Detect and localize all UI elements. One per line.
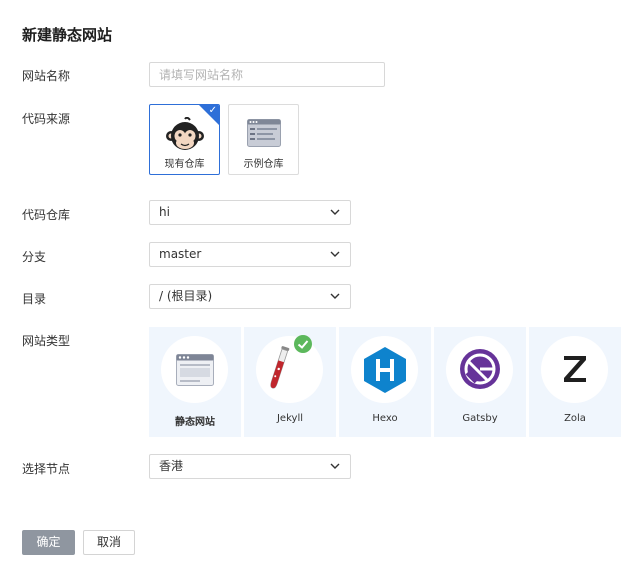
source-option-label: 现有仓库 (164, 159, 205, 170)
site-type-list: 静态网站 Jekyll Hexo Gatsby Zola (149, 327, 621, 437)
selected-check-icon (294, 335, 312, 353)
site-name-input[interactable] (149, 62, 385, 87)
site-type-label: 网站类型 (22, 334, 71, 348)
site-type-name: Zola (564, 413, 586, 424)
repo-select-value: hi (159, 205, 170, 219)
source-option-label: 示例仓库 (243, 159, 284, 170)
site-type-jekyll[interactable]: Jekyll (244, 327, 336, 437)
directory-label: 目录 (22, 292, 47, 306)
site-type-hexo[interactable]: Hexo (339, 327, 431, 437)
site-type-name: 静态网站 (175, 417, 215, 428)
site-name-label: 网站名称 (22, 69, 71, 83)
cancel-button[interactable]: 取消 (83, 530, 135, 555)
site-type-static[interactable]: 静态网站 (149, 327, 241, 437)
source-option-sample-repo[interactable]: 示例仓库 (228, 104, 299, 175)
chevron-down-icon (330, 463, 340, 469)
hexo-logo-icon (364, 347, 406, 393)
jekyll-test-tube-icon (270, 346, 290, 389)
branch-label: 分支 (22, 250, 47, 264)
repo-select[interactable]: hi (149, 200, 351, 225)
code-repo-label: 代码仓库 (22, 208, 71, 222)
node-select[interactable]: 香港 (149, 454, 351, 479)
source-option-existing-repo[interactable]: 现有仓库 ✓ (149, 104, 220, 175)
confirm-button[interactable]: 确定 (22, 530, 75, 555)
chevron-down-icon (330, 293, 340, 299)
check-icon: ✓ (208, 105, 217, 116)
site-type-name: Hexo (372, 413, 398, 424)
template-icon (247, 119, 281, 147)
directory-select-value: / (根目录) (159, 289, 213, 303)
directory-select[interactable]: / (根目录) (149, 284, 351, 309)
gatsby-logo-icon (460, 349, 500, 389)
browser-window-icon (176, 354, 214, 386)
page-title: 新建静态网站 (22, 26, 113, 44)
site-type-zola[interactable]: Zola (529, 327, 621, 437)
node-label: 选择节点 (22, 462, 71, 476)
site-type-gatsby[interactable]: Gatsby (434, 327, 526, 437)
branch-select[interactable]: master (149, 242, 351, 267)
chevron-down-icon (330, 209, 340, 215)
chevron-down-icon (330, 251, 340, 257)
branch-select-value: master (159, 247, 202, 261)
code-source-label: 代码来源 (22, 112, 71, 126)
site-type-name: Gatsby (462, 413, 498, 424)
site-type-name: Jekyll (276, 413, 303, 424)
zola-logo-icon (564, 356, 586, 382)
node-select-value: 香港 (159, 459, 184, 473)
